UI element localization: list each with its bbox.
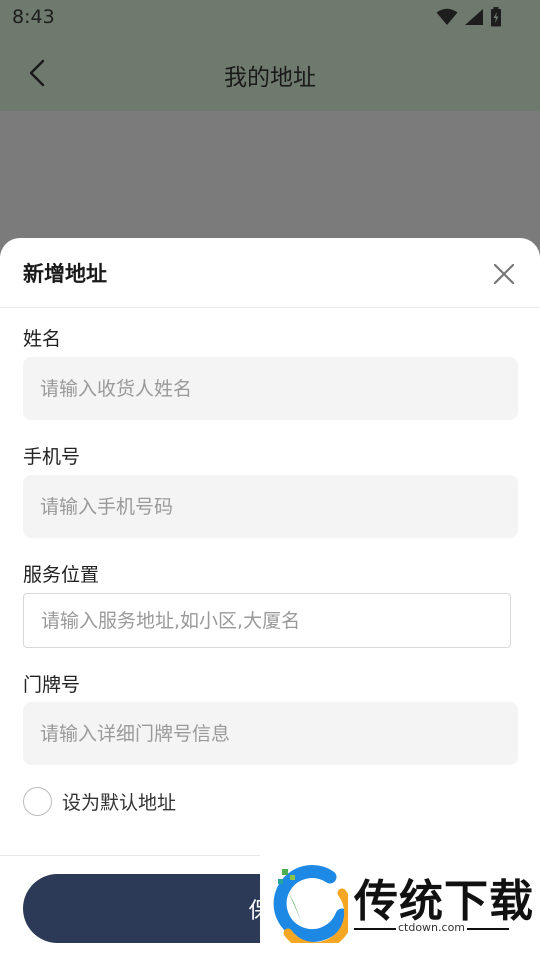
default-address-label: 设为默认地址 xyxy=(62,792,177,814)
close-icon xyxy=(493,263,515,285)
phone-input[interactable] xyxy=(23,475,518,538)
battery-icon xyxy=(490,7,502,31)
wifi-icon xyxy=(436,8,458,30)
add-address-sheet: 新增地址 姓名 手机号 服务位置 门牌号 设为默认地址 保存 xyxy=(0,238,540,960)
watermark-line-right xyxy=(467,928,509,930)
overlay-backdrop[interactable] xyxy=(0,111,540,251)
name-input[interactable] xyxy=(23,357,518,420)
status-time: 8:43 xyxy=(12,6,55,28)
sheet-title: 新增地址 xyxy=(23,262,107,286)
house-number-input[interactable] xyxy=(23,702,518,765)
watermark-logo-icon xyxy=(273,865,348,943)
house-number-label: 门牌号 xyxy=(23,674,81,696)
sheet-header: 新增地址 xyxy=(0,238,540,308)
status-bar: 8:43 xyxy=(0,0,540,36)
watermark-text: 传统下载 xyxy=(354,876,534,927)
name-label: 姓名 xyxy=(23,328,62,350)
location-label: 服务位置 xyxy=(23,564,100,586)
app-header: 我的地址 xyxy=(0,36,540,111)
close-button[interactable] xyxy=(488,258,520,290)
signal-icon xyxy=(464,8,484,30)
status-icons xyxy=(436,7,502,31)
watermark: 传统下载 ctdown.com xyxy=(260,855,540,960)
default-address-row[interactable]: 设为默认地址 xyxy=(23,787,176,816)
page-title: 我的地址 xyxy=(224,65,316,91)
location-input[interactable] xyxy=(23,593,511,648)
phone-label: 手机号 xyxy=(23,446,81,468)
default-address-radio[interactable] xyxy=(23,787,52,816)
